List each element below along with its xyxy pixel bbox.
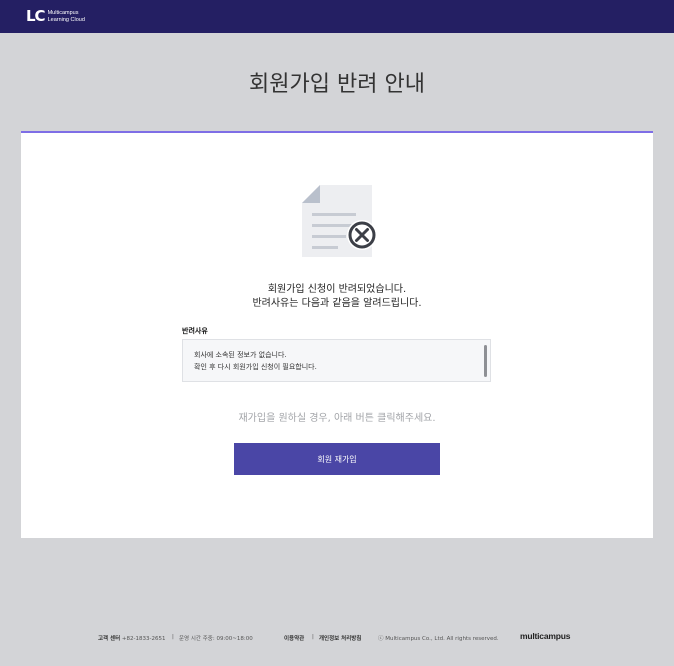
logo-text-line2: Learning Cloud xyxy=(47,16,85,23)
terms-link[interactable]: 이용약관 xyxy=(284,634,304,642)
footer-divider: | xyxy=(312,634,314,640)
rejection-card: 회원가입 신청이 반려되었습니다. 반려사유는 다음과 같음을 알려드립니다. … xyxy=(21,131,653,538)
support-label: 고객 센터 xyxy=(98,636,121,642)
support-center: 고객 센터 +82-1833-2651 xyxy=(98,634,165,642)
document-rejected-icon xyxy=(302,185,377,257)
operating-hours: 운영 시간 주중: 09:00~18:00 xyxy=(179,636,253,642)
copyright: ⓒ Multicampus Co., Ltd. All rights reser… xyxy=(378,636,499,642)
reason-line-2: 확인 후 다시 회원가입 신청이 필요합니다. xyxy=(194,363,317,371)
notice-line-2: 반려사유는 다음과 같음을 알려드립니다. xyxy=(252,298,422,309)
logo-mark: LC xyxy=(26,7,46,25)
page-title: 회원가입 반려 안내 xyxy=(249,72,425,97)
logo-text: Multicampus Learning Cloud xyxy=(48,10,85,23)
rejoin-button[interactable]: 회원 재가입 xyxy=(234,443,440,475)
reason-textbox[interactable]: 회사에 소속된 정보가 없습니다. 확인 후 다시 회원가입 신청이 필요합니다… xyxy=(182,339,491,382)
rejoin-hint: 재가입을 원하실 경우, 아래 버튼 클릭해주세요. xyxy=(238,413,436,424)
top-header: LC Multicampus Learning Cloud xyxy=(0,0,674,33)
reason-label: 반려사유 xyxy=(182,327,208,335)
reason-line-1: 회사에 소속된 정보가 없습니다. xyxy=(194,351,287,359)
lc-logo[interactable]: LC Multicampus Learning Cloud xyxy=(26,9,85,24)
multicampus-logo[interactable]: multicampus xyxy=(520,631,570,641)
support-phone: +82-1833-2651 xyxy=(121,636,166,642)
privacy-link[interactable]: 개인정보 처리방침 xyxy=(319,634,361,642)
notice-line-1: 회원가입 신청이 반려되었습니다. xyxy=(267,284,407,295)
terms-link-label: 이용약관 xyxy=(284,636,305,642)
page-footer: 고객 센터 +82-1833-2651 | 운영 시간 주중: 09:00~18… xyxy=(0,631,674,645)
privacy-link-label: 개인정보 처리방침 xyxy=(319,636,362,642)
footer-divider: | xyxy=(172,634,174,640)
reason-scrollbar[interactable] xyxy=(484,345,487,377)
